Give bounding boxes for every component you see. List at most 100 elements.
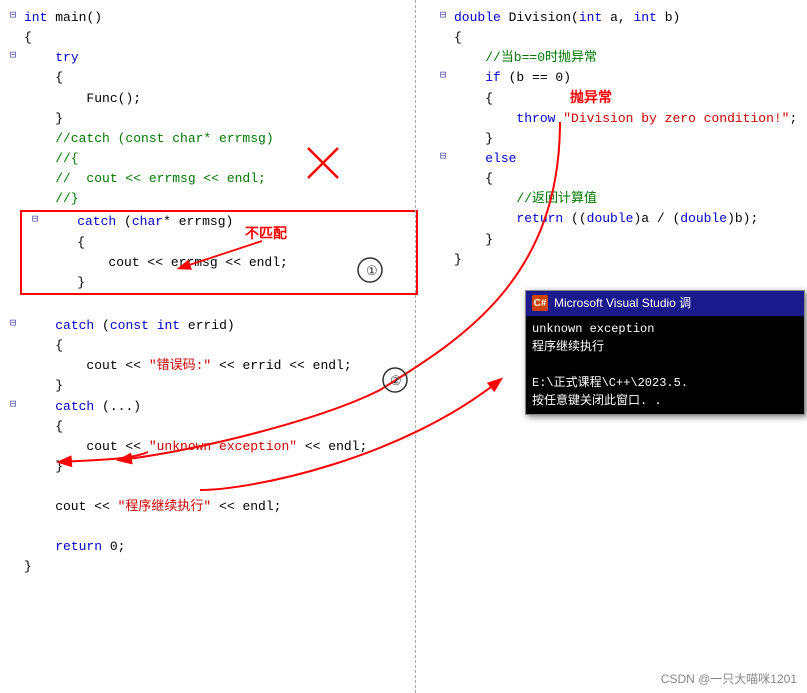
- code-line: }: [0, 457, 420, 477]
- code-text: {: [24, 68, 63, 88]
- code-line: {: [0, 336, 420, 356]
- code-line: //返回计算值: [430, 189, 807, 209]
- code-line: Func();: [0, 89, 420, 109]
- code-line: cout << "程序继续执行" << endl;: [0, 497, 420, 517]
- code-line: cout << "unknown exception" << endl;: [0, 437, 420, 457]
- code-text: }: [454, 129, 493, 149]
- code-text: {: [24, 336, 63, 356]
- code-text: catch (char* errmsg): [46, 212, 233, 232]
- code-line: //}: [0, 189, 420, 209]
- code-line: //{: [0, 149, 420, 169]
- code-line: ⊟ else: [430, 149, 807, 169]
- code-text: return ((double)a / (double)b);: [454, 209, 758, 229]
- code-text: {: [454, 169, 493, 189]
- code-line: // cout << errmsg << endl;: [0, 169, 420, 189]
- code-line: return 0;: [0, 537, 420, 557]
- console-body: unknown exception 程序继续执行 E:\正式课程\C++\202…: [526, 316, 804, 414]
- code-line: ⊟ try: [0, 48, 420, 68]
- code-line: {: [430, 28, 807, 48]
- code-line: {: [0, 28, 420, 48]
- code-text: //当b==0时抛异常: [454, 48, 597, 68]
- collapse-icon: ⊟: [434, 68, 452, 85]
- code-text: return 0;: [24, 537, 125, 557]
- code-text: if (b == 0): [454, 68, 571, 88]
- code-line: {: [22, 233, 416, 253]
- code-text: cout << errmsg << endl;: [46, 253, 288, 273]
- main-container: ⊟ int main() { ⊟ try { Func(); }: [0, 0, 807, 693]
- code-text: {: [454, 28, 462, 48]
- code-text: {: [454, 89, 493, 109]
- code-line: ⊟ if (b == 0): [430, 68, 807, 88]
- code-text: }: [24, 109, 63, 129]
- panel-divider: [415, 0, 416, 693]
- code-line: }: [22, 273, 416, 293]
- console-line: 程序继续执行: [532, 338, 798, 356]
- code-line: {: [430, 169, 807, 189]
- code-line: }: [0, 109, 420, 129]
- code-text: }: [454, 230, 493, 250]
- code-text: cout << "程序继续执行" << endl;: [24, 497, 281, 517]
- code-line: cout << errmsg << endl;: [22, 253, 416, 273]
- code-line: }: [430, 250, 807, 270]
- code-line: ⊟ catch (char* errmsg): [22, 212, 416, 232]
- code-line: //catch (const char* errmsg): [0, 129, 420, 149]
- code-text: }: [46, 273, 85, 293]
- code-text: catch (...): [24, 397, 141, 417]
- left-code-panel: ⊟ int main() { ⊟ try { Func(); }: [0, 0, 420, 693]
- code-line: ⊟ double Division(int a, int b): [430, 8, 807, 28]
- console-title: Microsoft Visual Studio 调: [554, 294, 691, 313]
- console-line: [532, 356, 798, 374]
- code-text: cout << "错误码:" << errid << endl;: [24, 356, 352, 376]
- code-text: //返回计算值: [454, 189, 597, 209]
- right-code-panel: ⊟ double Division(int a, int b) { //当b==…: [420, 0, 807, 693]
- code-line: {: [430, 89, 807, 109]
- console-line: unknown exception: [532, 320, 798, 338]
- code-line: ⊟ int main(): [0, 8, 420, 28]
- code-line: ⊟ catch (...): [0, 397, 420, 417]
- code-text: double Division(int a, int b): [454, 8, 680, 28]
- code-text: }: [24, 457, 63, 477]
- spacer: [0, 517, 420, 537]
- code-line: ⊟ catch (const int errid): [0, 316, 420, 336]
- code-text: // cout << errmsg << endl;: [24, 169, 266, 189]
- code-text: }: [24, 376, 63, 396]
- code-line: cout << "错误码:" << errid << endl;: [0, 356, 420, 376]
- vs-icon: C#: [532, 295, 548, 311]
- code-text: }: [24, 557, 32, 577]
- code-text: throw "Division by zero condition!";: [454, 109, 797, 129]
- spacer: [0, 296, 420, 316]
- code-line: return ((double)a / (double)b);: [430, 209, 807, 229]
- collapse-icon: ⊟: [434, 149, 452, 166]
- code-text: {: [24, 28, 32, 48]
- code-text: try: [24, 48, 79, 68]
- code-text: }: [454, 250, 462, 270]
- spacer: [0, 477, 420, 497]
- collapse-icon: ⊟: [4, 397, 22, 414]
- code-text: //}: [24, 189, 79, 209]
- console-window: C# Microsoft Visual Studio 调 unknown exc…: [525, 290, 805, 415]
- code-line: }: [0, 557, 420, 577]
- code-line: }: [0, 376, 420, 396]
- collapse-icon: ⊟: [4, 8, 22, 25]
- console-line: 按任意键关闭此窗口. .: [532, 392, 798, 410]
- code-line: throw "Division by zero condition!";: [430, 109, 807, 129]
- code-text: Func();: [24, 89, 141, 109]
- watermark: CSDN @一只大喵咪1201: [661, 670, 797, 687]
- highlighted-catch-block: ⊟ catch (char* errmsg) { cout << errmsg …: [20, 210, 418, 295]
- collapse-icon: ⊟: [4, 48, 22, 65]
- collapse-icon: ⊟: [4, 316, 22, 333]
- code-line: }: [430, 129, 807, 149]
- code-text: //{: [24, 149, 79, 169]
- code-text: {: [46, 233, 85, 253]
- code-text: cout << "unknown exception" << endl;: [24, 437, 367, 457]
- code-text: catch (const int errid): [24, 316, 235, 336]
- console-line: E:\正式课程\C++\2023.5.: [532, 374, 798, 392]
- code-line: {: [0, 417, 420, 437]
- collapse-icon: ⊟: [434, 8, 452, 25]
- code-text: //catch (const char* errmsg): [24, 129, 274, 149]
- code-line: {: [0, 68, 420, 88]
- console-titlebar: C# Microsoft Visual Studio 调: [526, 291, 804, 316]
- code-text: else: [454, 149, 516, 169]
- code-text: int main(): [24, 8, 102, 28]
- code-line: }: [430, 230, 807, 250]
